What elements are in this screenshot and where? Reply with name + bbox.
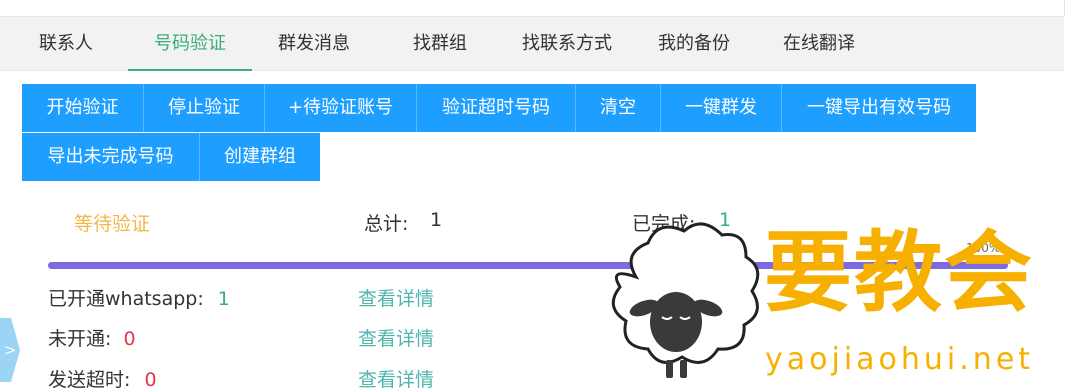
side-expand-handle[interactable]: >	[0, 318, 20, 382]
sheep-face	[650, 292, 702, 352]
opened-whatsapp-label: 已开通whatsapp:	[48, 288, 204, 310]
stop-verify-button[interactable]: 停止验证	[144, 84, 265, 132]
tab-bulk-message[interactable]: 群发消息	[262, 17, 366, 70]
not-opened-details-link[interactable]: 查看详情	[358, 324, 434, 351]
create-group-button[interactable]: 创建群组	[200, 133, 320, 181]
total-label: 总计:	[364, 213, 409, 235]
tab-number-verify[interactable]: 号码验证	[128, 17, 252, 71]
tab-bar: 联系人 号码验证 群发消息 找群组 找联系方式 我的备份 在线翻译	[0, 16, 1064, 71]
opened-whatsapp-count: 1	[217, 288, 230, 310]
watermark-cn: 要教会	[764, 220, 1035, 324]
not-opened-row: 未开通: 0	[48, 324, 136, 351]
timeout-numbers-button[interactable]: 验证超时号码	[417, 84, 576, 132]
tab-find-contacts[interactable]: 找联系方式	[508, 17, 626, 70]
not-opened-count: 0	[123, 328, 136, 350]
send-timeout-count: 0	[144, 369, 157, 391]
send-timeout-details-link[interactable]: 查看详情	[358, 365, 434, 392]
add-pending-accounts-button[interactable]: +待验证账号	[265, 84, 417, 132]
total-value: 1	[430, 209, 443, 231]
sheep-leg-left	[666, 360, 673, 378]
bulk-send-button[interactable]: 一键群发	[661, 84, 782, 132]
watermark-en: yaojiaohui.net	[765, 342, 1035, 377]
opened-details-link[interactable]: 查看详情	[358, 284, 434, 311]
tab-contacts[interactable]: 联系人	[22, 17, 110, 70]
verify-state: 等待验证	[74, 213, 151, 235]
sheep-leg-right	[680, 360, 687, 378]
start-verify-button[interactable]: 开始验证	[22, 84, 144, 132]
export-unfinished-button[interactable]: 导出未完成号码	[22, 133, 200, 181]
clear-button[interactable]: 清空	[576, 84, 661, 132]
tab-my-backups[interactable]: 我的备份	[648, 17, 740, 70]
export-valid-numbers-button[interactable]: 一键导出有效号码	[782, 84, 976, 132]
send-timeout-row: 发送超时: 0	[48, 365, 157, 392]
send-timeout-label: 发送超时:	[48, 369, 131, 391]
opened-whatsapp-row: 已开通whatsapp: 1	[48, 284, 230, 311]
tab-find-groups[interactable]: 找群组	[398, 17, 482, 70]
top-strip	[0, 0, 1065, 16]
tab-online-translate[interactable]: 在线翻译	[772, 17, 866, 70]
not-opened-label: 未开通:	[48, 328, 112, 350]
